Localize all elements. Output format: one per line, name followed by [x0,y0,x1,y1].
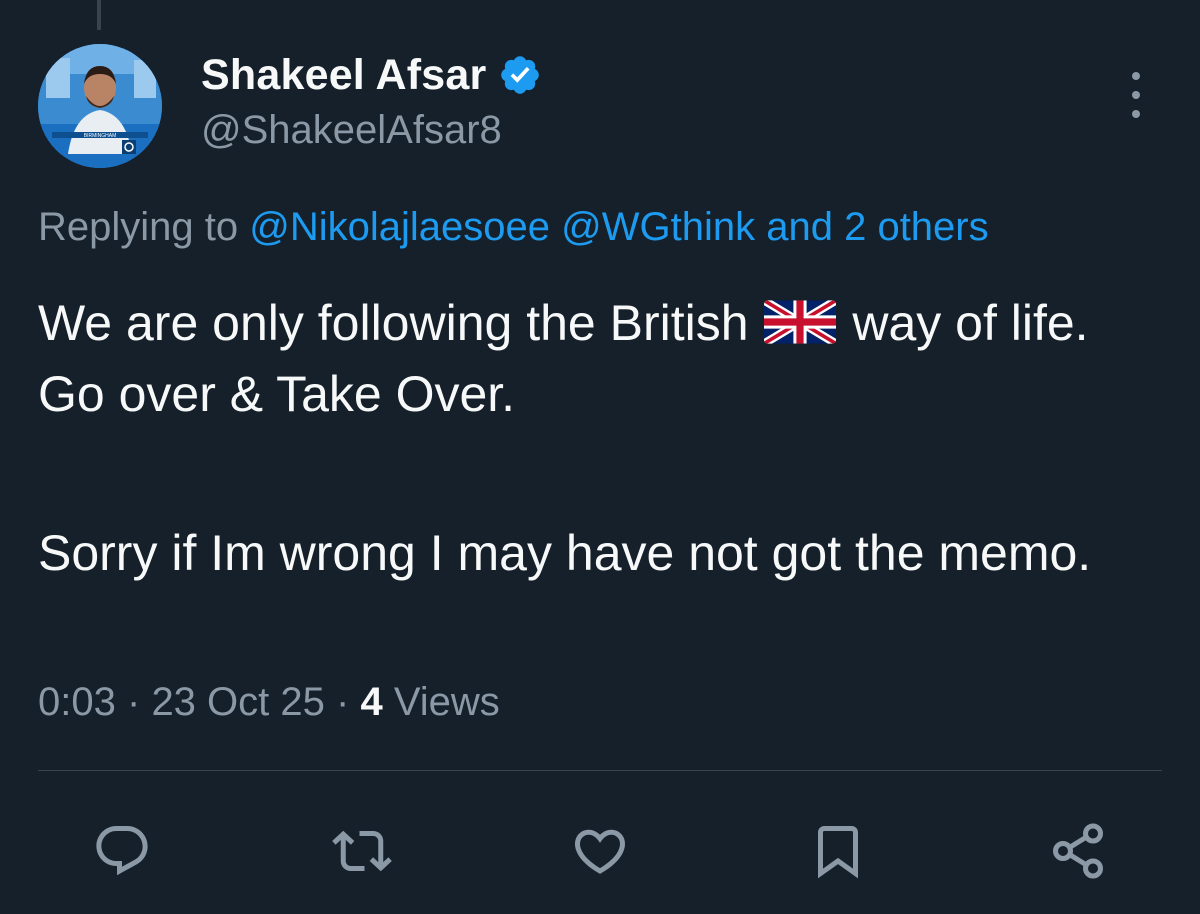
divider [38,770,1162,771]
replying-to-line: Replying to @Nikolajlaesoee @WGthink and… [38,205,989,250]
mention-others-link[interactable]: and 2 others [766,205,988,249]
meta-separator: · [336,680,350,724]
tweet-date[interactable]: 23 Oct 25 [151,680,324,724]
tweet-text-part-1: We are only following the British [38,295,749,351]
author-handle[interactable]: @ShakeelAfsar8 [201,108,502,153]
retweet-icon [332,830,392,872]
retweet-button[interactable] [327,816,397,886]
tweet-paragraph-2: Sorry if Im wrong I may have not got the… [38,525,1092,581]
replying-to-label: Replying to [38,205,239,249]
uk-flag-icon [764,292,837,344]
speech-bubble-icon [96,826,148,876]
author-name-row: Shakeel Afsar [201,48,542,102]
heart-icon [574,829,626,874]
tweet-paragraph-1: We are only following the British way of… [38,288,1168,430]
tweet-time[interactable]: 0:03 [38,680,116,724]
tweet-body: We are only following the British way of… [38,288,1168,589]
like-button[interactable] [565,816,635,886]
reply-button[interactable] [87,816,157,886]
views-count: 4 [360,680,383,724]
thread-connector-line [97,0,101,30]
share-button[interactable] [1043,816,1113,886]
bookmark-icon [818,826,858,879]
more-options-icon[interactable] [1118,72,1154,118]
verified-badge-icon [498,53,542,97]
views-label: Views [393,680,500,724]
bookmark-button[interactable] [803,816,873,886]
action-bar [0,816,1200,886]
share-icon [1053,823,1103,879]
avatar[interactable]: BIRMINGHAM [38,44,162,168]
mention-link-1[interactable]: @Nikolajlaesoee [249,205,550,249]
avatar-caption: BIRMINGHAM [84,133,117,139]
author-display-name[interactable]: Shakeel Afsar [201,51,486,100]
meta-separator: · [126,680,141,724]
tweet-meta: 0:03 · 23 Oct 25 · 4 Views [38,680,500,725]
mention-link-2[interactable]: @WGthink [561,205,755,249]
